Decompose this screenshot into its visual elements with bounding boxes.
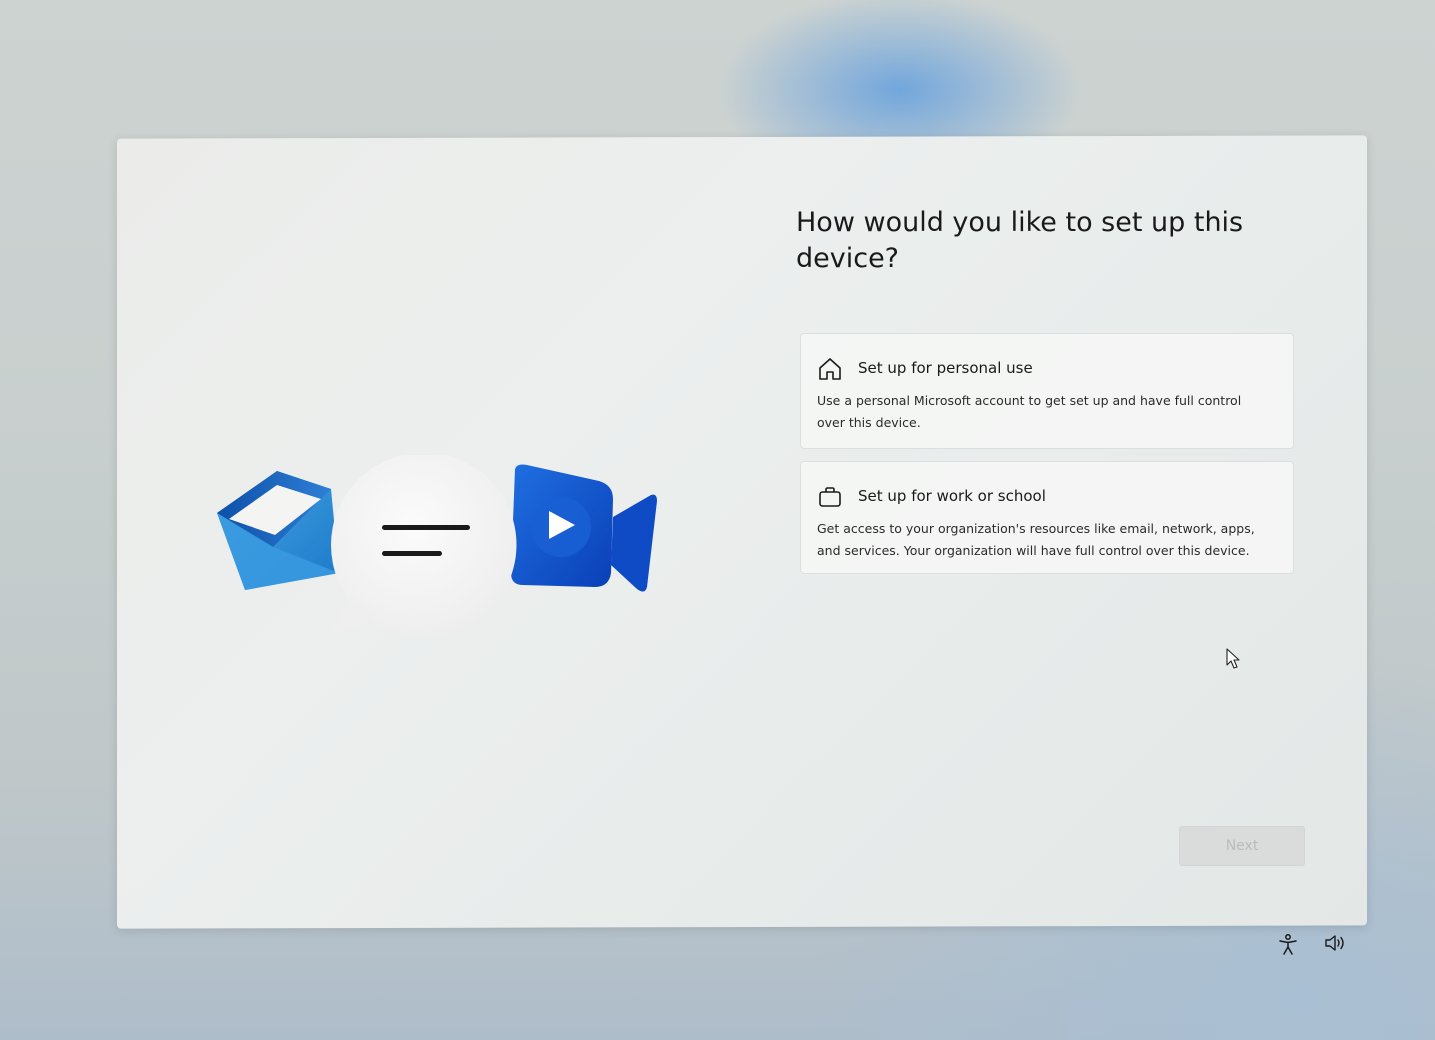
chat-bubble-icon	[325, 455, 517, 637]
next-button[interactable]: Next	[1179, 826, 1305, 866]
mouse-cursor-icon	[1226, 648, 1240, 669]
video-call-icon	[511, 464, 657, 592]
home-icon	[819, 358, 841, 380]
accessibility-icon[interactable]	[1277, 933, 1299, 955]
personal-use-option[interactable]: Set up for personal use Use a personal M…	[800, 333, 1294, 449]
illustration	[217, 455, 657, 637]
volume-icon[interactable]	[1324, 932, 1346, 954]
personal-use-title: Set up for personal use	[858, 359, 1033, 377]
work-or-school-title: Set up for work or school	[858, 487, 1046, 505]
personal-use-description: Use a personal Microsoft account to get …	[817, 393, 1242, 430]
work-or-school-description: Get access to your organization's resour…	[817, 521, 1255, 558]
page-title: How would you like to set up this device…	[796, 207, 1244, 274]
work-or-school-option[interactable]: Set up for work or school Get access to …	[800, 461, 1294, 574]
mail-icon	[217, 471, 339, 590]
briefcase-icon	[819, 487, 841, 507]
